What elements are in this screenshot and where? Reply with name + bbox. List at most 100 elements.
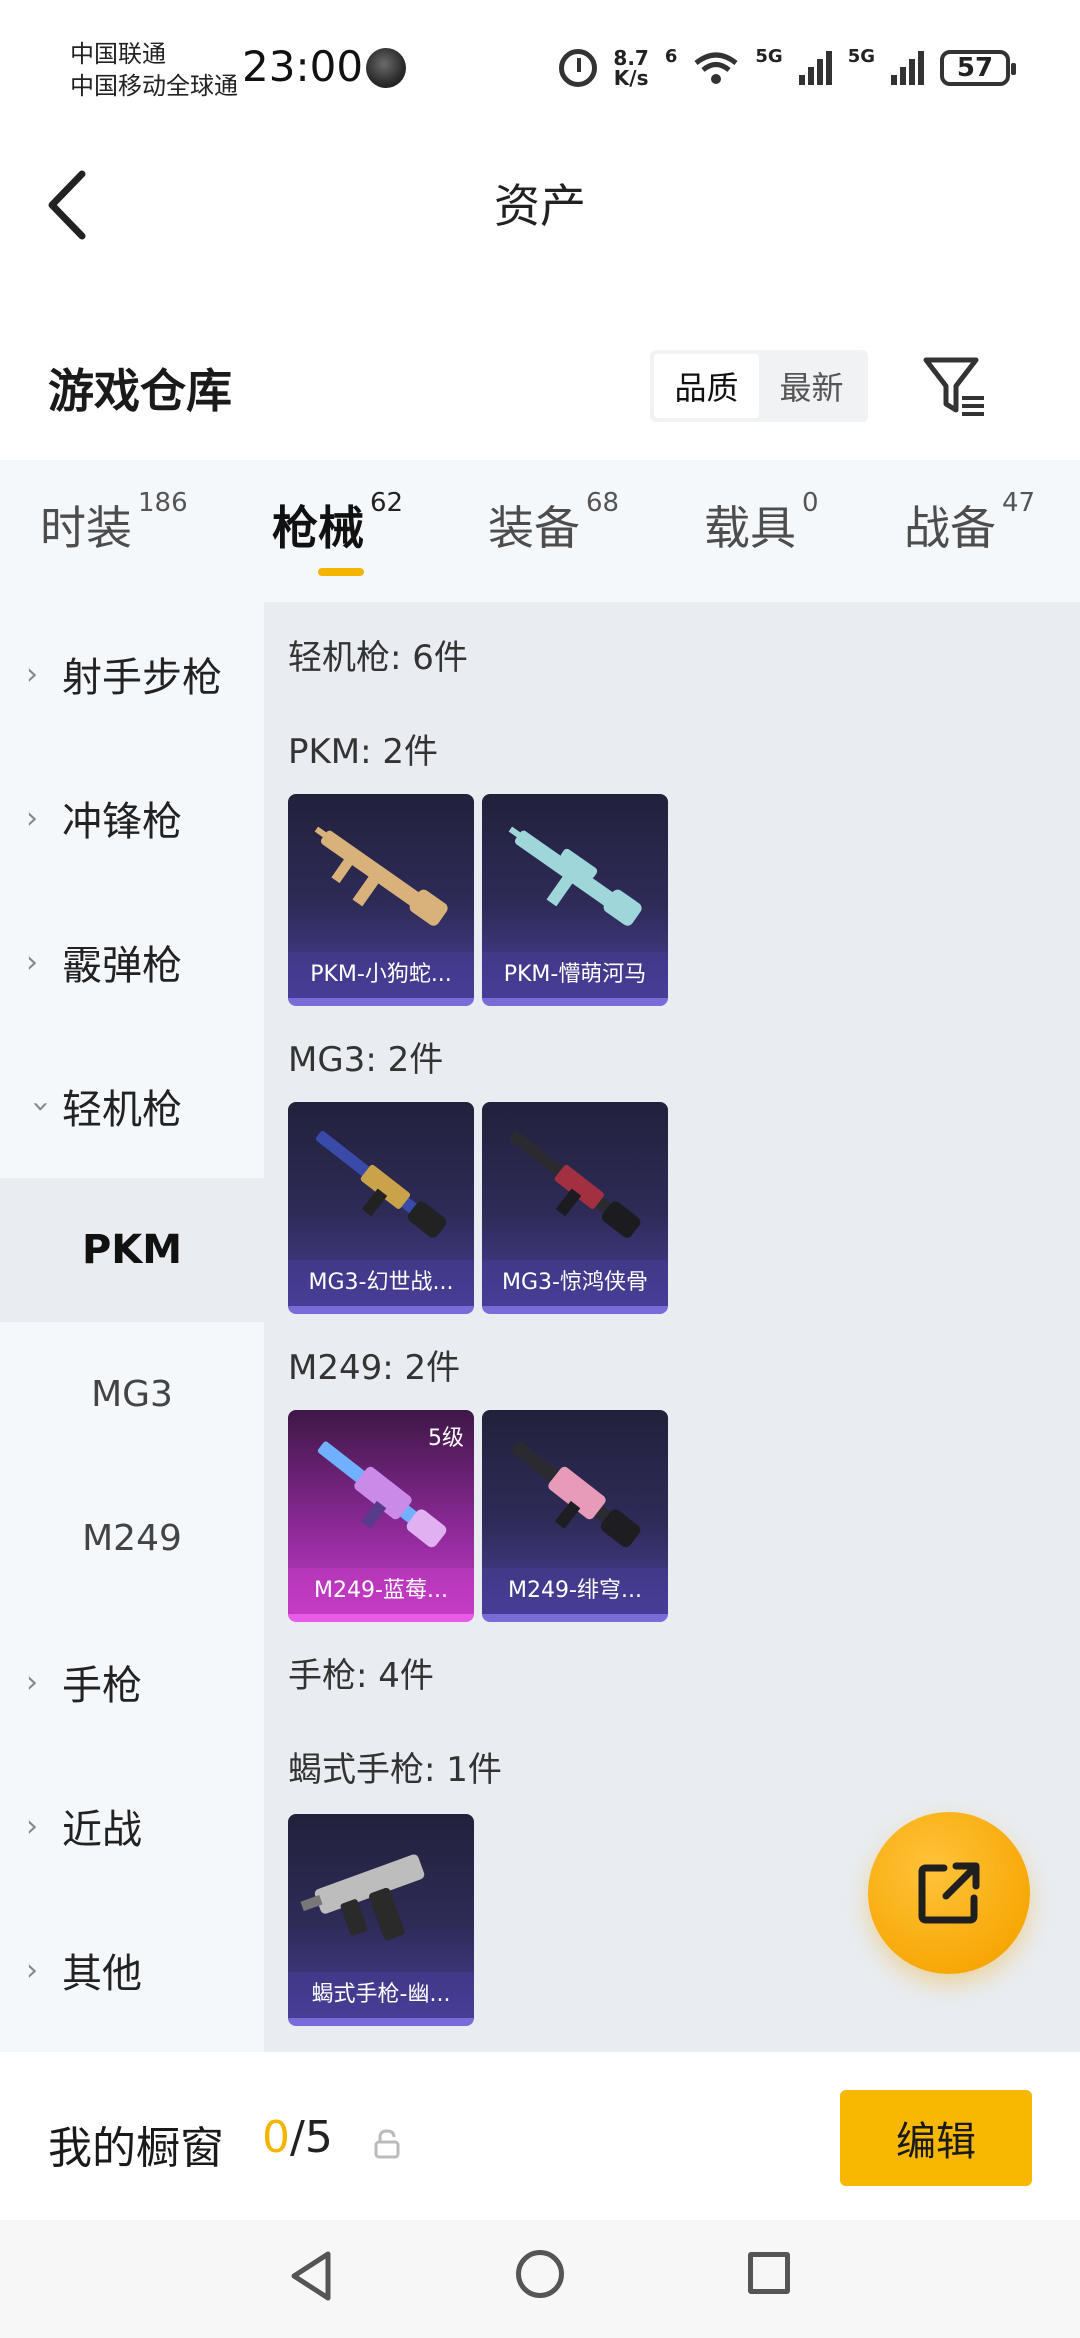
share-external-icon	[918, 1862, 980, 1924]
alarm-icon	[559, 49, 598, 87]
sidebar-item-label: 冲锋枪	[62, 799, 182, 845]
sidebar-subitem-mg3[interactable]: MG3	[0, 1322, 264, 1466]
active-tab-indicator	[318, 568, 364, 576]
sidebar-item-label: M249	[82, 1517, 182, 1559]
category-heading-lmg: 轻机枪: 6件	[288, 638, 468, 678]
sidebar-item-label: 霰弹枪	[62, 943, 182, 989]
chevron-right-icon: ›	[26, 800, 38, 836]
weapon-card-name: MG3-惊鸿侠骨	[482, 1260, 668, 1306]
nav-home-icon[interactable]	[516, 2250, 564, 2298]
group-heading-m249: M249: 2件	[288, 1348, 461, 1388]
page-title: 资产	[494, 179, 586, 233]
sidebar-item-marksman-rifle[interactable]: › 射手步枪	[0, 602, 264, 746]
edit-button[interactable]: 编辑	[840, 2090, 1032, 2186]
sidebar-item-smg[interactable]: › 冲锋枪	[0, 746, 264, 890]
sort-toggle: 品质 最新	[650, 350, 868, 422]
showcase-used: 0	[262, 2112, 290, 2163]
chevron-right-icon: ›	[26, 656, 38, 692]
lock-icon	[374, 2129, 400, 2159]
category-tabs: 时装 186 枪械 62 装备 68 载具 0 战备 47	[0, 460, 1080, 602]
sort-option-newest[interactable]: 最新	[759, 354, 864, 418]
gun-image-icon	[511, 1441, 641, 1548]
warehouse-title: 游戏仓库	[48, 364, 232, 418]
weapon-card-name: 蝎式手枪-幽...	[288, 1972, 474, 2018]
sidebar-item-lmg[interactable]: › 轻机枪	[0, 1034, 264, 1178]
sidebar-item-pistol[interactable]: › 手枪	[0, 1610, 264, 1754]
tab-label: 时装	[40, 501, 132, 555]
tab-count: 186	[138, 488, 188, 518]
group-heading-mg3: MG3: 2件	[288, 1040, 444, 1080]
chevron-right-icon: ›	[26, 944, 38, 980]
weapon-card-name: M249-绯穹...	[482, 1568, 668, 1614]
sidebar-item-label: PKM	[81, 1227, 183, 1273]
gun-image-icon	[300, 1854, 425, 1941]
tab-vehicles[interactable]: 载具 0	[704, 488, 819, 558]
weapon-card-name: MG3-幻世战...	[288, 1260, 474, 1306]
gun-image-icon	[509, 1131, 641, 1238]
sidebar-subitem-pkm[interactable]: PKM	[0, 1178, 264, 1322]
net-speed: 8.7 K/s	[613, 48, 648, 88]
sidebar-item-label: 射手步枪	[62, 655, 222, 701]
nav-back-icon[interactable]	[284, 2248, 340, 2304]
category-heading-pistol: 手枪: 4件	[288, 1656, 434, 1696]
sidebar-item-label: 手枪	[62, 1663, 142, 1709]
sidebar-item-other[interactable]: › 其他	[0, 1898, 264, 2042]
net-speed-unit: K/s	[613, 66, 649, 90]
chevron-right-icon: ›	[26, 1808, 38, 1844]
net-speed-value: 8.7	[613, 46, 649, 70]
system-nav-bar	[0, 2220, 1080, 2338]
sort-option-quality[interactable]: 品质	[654, 354, 759, 418]
gun-image-icon	[315, 1131, 447, 1238]
tab-equipment[interactable]: 装备 68	[488, 488, 619, 558]
weapon-card[interactable]: M249-绯穹...	[482, 1410, 668, 1622]
showcase-count: 0/5	[262, 2112, 333, 2163]
nav-recents-icon[interactable]	[748, 2252, 790, 2294]
tab-label: 枪械	[272, 501, 364, 555]
weapon-card[interactable]: PKM-小狗蛇...	[288, 794, 474, 1006]
signal-icon-sim2	[891, 51, 924, 85]
sidebar-item-label: 近战	[62, 1807, 142, 1853]
weapon-card[interactable]: MG3-幻世战...	[288, 1102, 474, 1314]
tab-supplies[interactable]: 战备 47	[904, 488, 1035, 558]
status-time: 23:00	[242, 42, 364, 91]
tab-label: 载具	[704, 501, 796, 555]
tab-fashion[interactable]: 时装 186	[40, 488, 188, 558]
sidebar-subitem-m249[interactable]: M249	[0, 1466, 264, 1610]
carrier-names: 中国联通 中国移动全球通	[70, 38, 238, 102]
status-bar: 中国联通 中国移动全球通 23:00 8.7 K/s 6 5G 5G 57	[0, 0, 1080, 140]
filter-button[interactable]	[920, 352, 990, 422]
sidebar-item-melee[interactable]: › 近战	[0, 1754, 264, 1898]
showcase-title: 我的橱窗	[48, 2123, 224, 2174]
weapon-type-sidebar: › 射手步枪 › 冲锋枪 › 霰弹枪 › 轻机枪 PKM MG3 M249 › 手枪 › 近…	[0, 602, 264, 2052]
tab-firearms[interactable]: 枪械 62	[272, 488, 403, 558]
tab-count: 0	[802, 488, 819, 518]
share-button[interactable]	[868, 1812, 1030, 1974]
signal-icon-sim1	[798, 51, 832, 85]
sidebar-item-label: 轻机枪	[62, 1087, 182, 1133]
sim1-label: 5G	[755, 46, 783, 67]
carrier-1: 中国联通	[70, 40, 166, 68]
weapon-level-badge: 5级	[428, 1426, 464, 1451]
weapon-card[interactable]: MG3-惊鸿侠骨	[482, 1102, 668, 1314]
showcase-bar: 我的橱窗 0/5 编辑	[0, 2060, 1080, 2220]
sidebar-item-label: 其他	[62, 1951, 142, 1997]
tab-count: 47	[1002, 488, 1036, 518]
wifi-icon	[694, 52, 738, 84]
weapon-card[interactable]: 蝎式手枪-幽...	[288, 1814, 474, 2026]
tab-count: 68	[586, 488, 620, 518]
gun-image-icon	[508, 826, 642, 926]
chevron-right-icon: ›	[26, 1952, 38, 1988]
status-icons: 8.7 K/s 6 5G 5G 57	[559, 44, 1016, 92]
chevron-down-icon: ›	[23, 1100, 59, 1112]
weapon-card[interactable]: PKM-懵萌河马	[482, 794, 668, 1006]
weapon-card[interactable]: 5级 M249-蓝莓...	[288, 1410, 474, 1622]
battery-icon: 57	[940, 50, 1016, 86]
wifi-label: 6	[664, 46, 678, 67]
status-avatar-icon	[366, 48, 406, 88]
weapon-card-name: PKM-小狗蛇...	[288, 952, 474, 998]
group-heading-pkm: PKM: 2件	[288, 732, 439, 772]
showcase-total: /5	[290, 2112, 333, 2163]
filter-icon	[923, 357, 984, 416]
sidebar-item-shotgun[interactable]: › 霰弹枪	[0, 890, 264, 1034]
chevron-right-icon: ›	[26, 1664, 38, 1700]
